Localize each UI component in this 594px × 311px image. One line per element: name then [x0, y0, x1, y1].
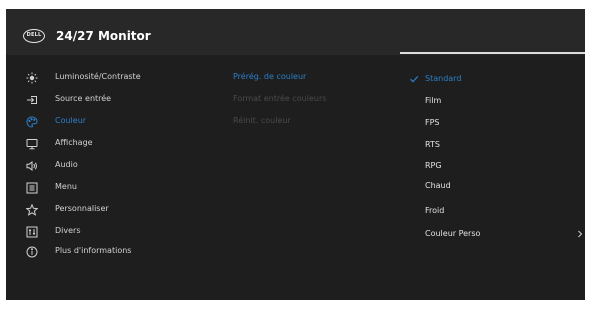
menu-label: Couleur [55, 116, 87, 125]
star-icon [26, 204, 38, 216]
column-underline [400, 52, 585, 54]
menu-label: Divers [55, 226, 81, 235]
option-standard[interactable]: Standard [398, 72, 585, 90]
check-icon [409, 74, 419, 84]
option-rpg[interactable]: RPG [398, 159, 585, 177]
option-label: FPS [425, 118, 440, 127]
option-cool[interactable]: Froid [398, 204, 585, 222]
menu-item-more-info[interactable]: Plus d'informations [6, 243, 216, 263]
osd-panel: DELL 24/27 Monitor Luminosité/Contraste … [6, 9, 585, 300]
dell-logo-text: DELL [26, 32, 42, 38]
speaker-icon [26, 160, 38, 172]
brightness-icon [26, 72, 38, 84]
option-film[interactable]: Film [398, 94, 585, 112]
menu-label: Luminosité/Contraste [55, 72, 141, 81]
menu-item-brightness-contrast[interactable]: Luminosité/Contraste [6, 69, 216, 89]
misc-settings-icon [26, 226, 38, 238]
menu-label: Personnaliser [55, 204, 109, 213]
menu-label: Menu [55, 182, 77, 191]
option-label: Chaud [425, 181, 451, 190]
submenu-reset-color[interactable]: Réinit. couleur [233, 116, 291, 132]
option-label: Film [425, 96, 442, 105]
option-label: RTS [425, 140, 440, 149]
option-label: Froid [425, 206, 445, 215]
menu-list-icon [26, 182, 38, 194]
option-label: Couleur Perso [425, 229, 481, 238]
color-palette-icon [26, 116, 38, 128]
submenu-color-preset[interactable]: Prérég. de couleur [233, 72, 306, 88]
menu-label: Audio [55, 160, 78, 169]
menu-label: Source entrée [55, 94, 112, 103]
option-custom-color[interactable]: Couleur Perso [398, 227, 585, 245]
menu-item-input-source[interactable]: Source entrée [6, 91, 216, 111]
menu-item-color[interactable]: Couleur [6, 113, 216, 133]
submenu-input-color-format[interactable]: Format entrée couleurs [233, 94, 326, 110]
display-icon [26, 138, 38, 150]
chevron-right-icon [576, 229, 584, 239]
option-fps[interactable]: FPS [398, 116, 585, 134]
header-bar: DELL 24/27 Monitor [6, 9, 585, 55]
option-warm[interactable]: Chaud [398, 179, 585, 197]
input-source-icon [26, 94, 38, 106]
menu-label: Affichage [55, 138, 93, 147]
option-label: Standard [425, 74, 462, 83]
info-icon [26, 246, 38, 258]
option-rts[interactable]: RTS [398, 138, 585, 156]
page-title: 24/27 Monitor [56, 29, 151, 43]
menu-item-misc[interactable]: Divers [6, 223, 216, 243]
menu-item-personalize[interactable]: Personnaliser [6, 201, 216, 221]
option-label: RPG [425, 161, 442, 170]
dell-logo: DELL [23, 29, 45, 43]
menu-item-menu[interactable]: Menu [6, 179, 216, 199]
menu-item-display[interactable]: Affichage [6, 135, 216, 155]
menu-item-audio[interactable]: Audio [6, 157, 216, 177]
menu-label: Plus d'informations [55, 246, 132, 255]
